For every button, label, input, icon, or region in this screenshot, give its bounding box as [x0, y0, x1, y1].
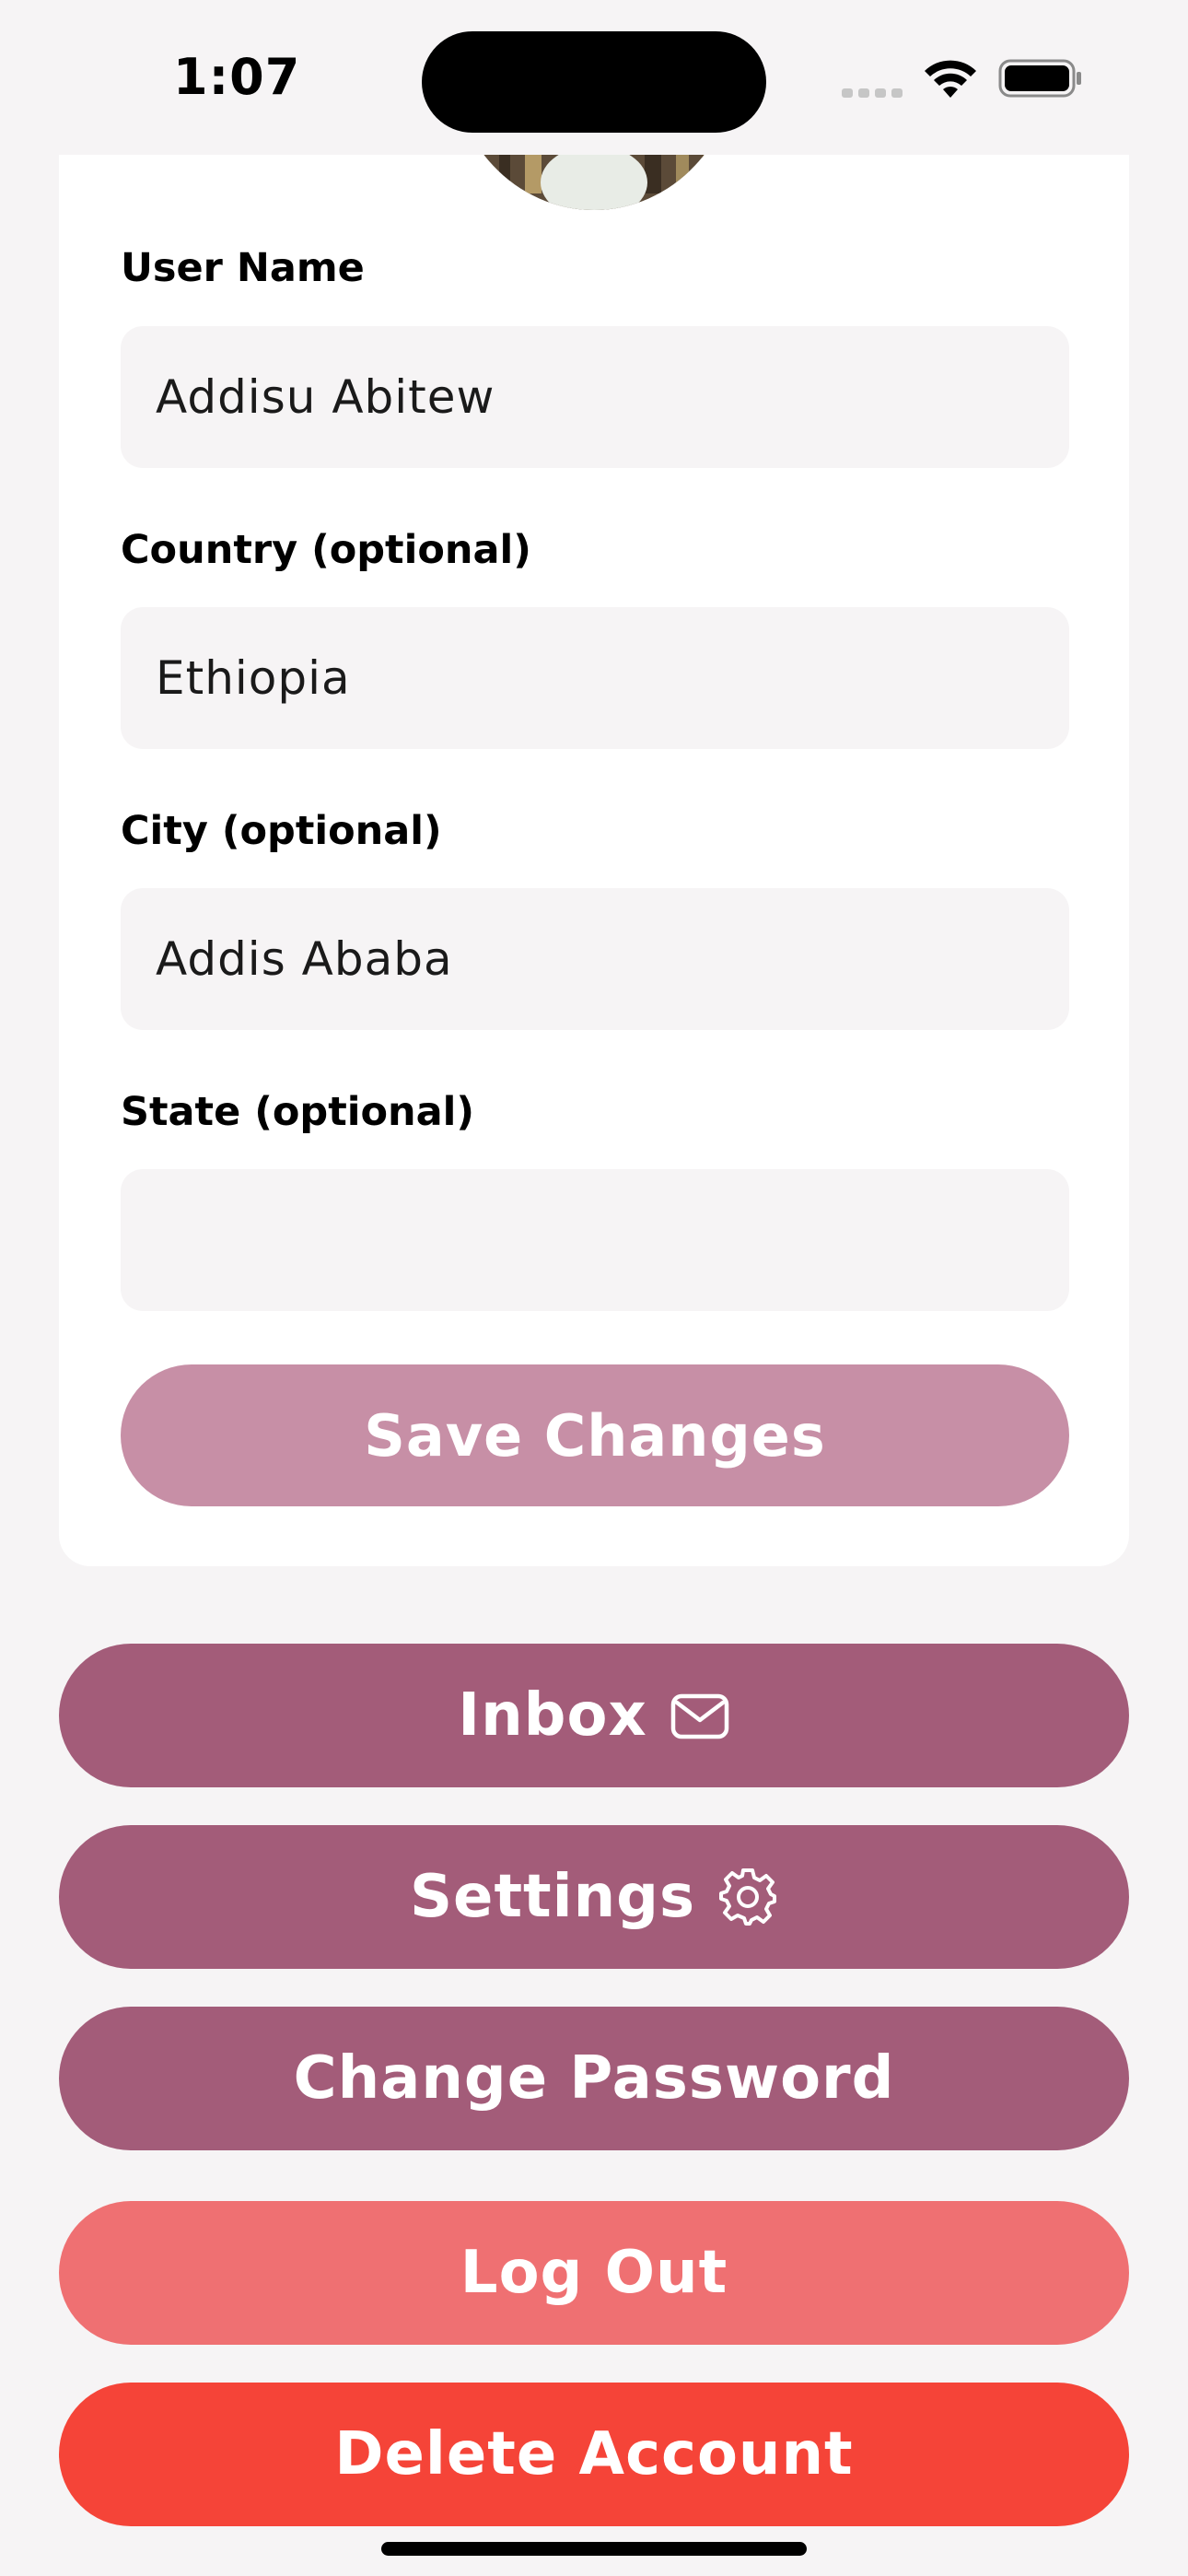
home-indicator[interactable]: [381, 2542, 807, 2556]
wifi-icon: [925, 60, 976, 98]
country-label: Country (optional): [121, 527, 531, 573]
user-name-label: User Name: [121, 245, 365, 291]
avatar[interactable]: [451, 155, 737, 210]
delete-account-label: Delete Account: [334, 2420, 854, 2488]
change-password-button[interactable]: Change Password: [59, 2007, 1129, 2150]
inbox-button[interactable]: Inbox: [59, 1644, 1129, 1787]
save-changes-button[interactable]: Save Changes: [121, 1364, 1069, 1506]
save-changes-label: Save Changes: [364, 1401, 826, 1469]
avatar-photo: [451, 155, 737, 210]
cellular-signal-icon: [842, 88, 903, 98]
state-input[interactable]: [121, 1169, 1069, 1311]
delete-account-button[interactable]: Delete Account: [59, 2383, 1129, 2526]
country-input[interactable]: Ethiopia: [121, 607, 1069, 749]
user-name-input[interactable]: Addisu Abitew: [121, 326, 1069, 468]
status-time: 1:07: [173, 48, 301, 106]
settings-button[interactable]: Settings: [59, 1825, 1129, 1969]
log-out-button[interactable]: Log Out: [59, 2201, 1129, 2345]
gear-icon: [719, 1868, 777, 1926]
envelope-icon: [670, 1693, 728, 1739]
city-input[interactable]: Addis Ababa: [121, 888, 1069, 1030]
change-password-label: Change Password: [293, 2044, 895, 2113]
dynamic-island: [422, 31, 766, 133]
state-label: State (optional): [121, 1089, 475, 1135]
inbox-label: Inbox: [458, 1681, 647, 1750]
log-out-label: Log Out: [460, 2239, 728, 2307]
profile-card: User Name Addisu Abitew Country (optiona…: [59, 155, 1129, 1566]
battery-icon: [998, 59, 1081, 98]
settings-label: Settings: [409, 1863, 696, 1931]
city-label: City (optional): [121, 808, 442, 854]
status-bar: 1:07: [0, 0, 1188, 155]
